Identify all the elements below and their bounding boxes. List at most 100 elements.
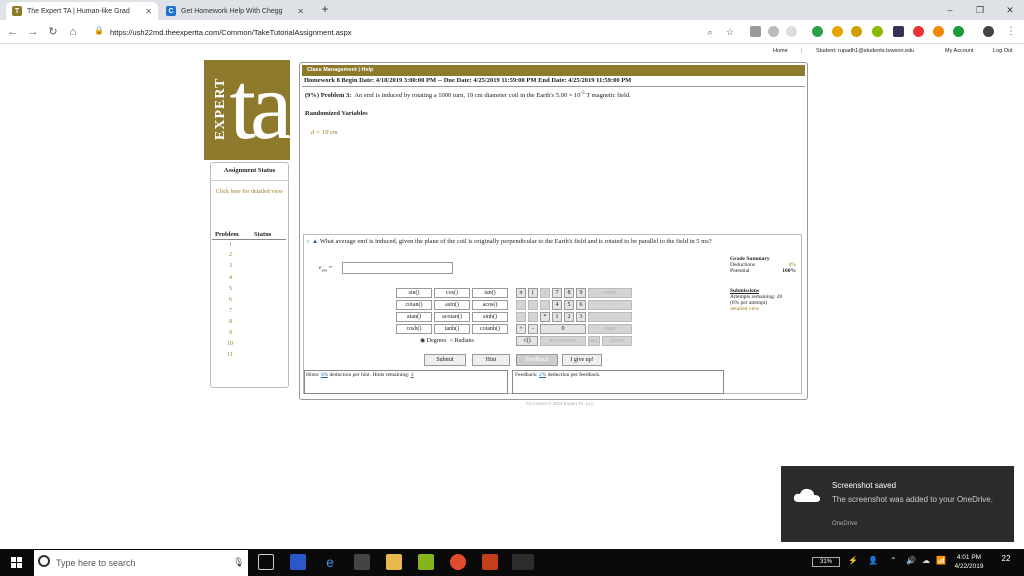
problem-link-4[interactable]: 4 — [229, 275, 232, 281]
clear-button[interactable]: CLEAR — [602, 336, 632, 346]
back-arrow-icon[interactable]: ← — [6, 25, 20, 39]
detailed-view-link[interactable]: Click here for detailed view — [214, 188, 285, 197]
digit-5-button[interactable]: 5 — [564, 300, 574, 310]
taskbar-app-icon[interactable] — [418, 554, 434, 570]
extension-icon[interactable] — [750, 26, 761, 37]
sinh-button[interactable]: sinh() — [472, 312, 508, 322]
bookmark-star-icon[interactable]: ☆ — [723, 25, 737, 39]
digit-8-button[interactable]: 8 — [564, 288, 574, 298]
digit-0-button[interactable]: 0 — [540, 324, 586, 334]
problem-link-2[interactable]: 2 — [229, 252, 232, 258]
close-window-button[interactable]: ✕ — [1000, 2, 1020, 18]
close-tab-icon[interactable]: ✕ — [297, 7, 304, 16]
minimize-button[interactable]: – — [940, 2, 960, 18]
word-icon[interactable] — [482, 554, 498, 570]
taskbar-clock[interactable]: 4:01 PM 4/22/2019 — [950, 553, 988, 571]
digit-6-button[interactable]: 6 — [576, 300, 586, 310]
home-link[interactable]: Home — [773, 48, 788, 54]
answer-input[interactable] — [342, 262, 453, 274]
submissions-detailed-view-link[interactable]: detailed view — [730, 306, 759, 312]
chrome-active-icon[interactable] — [512, 554, 534, 570]
problem-link-6[interactable]: 6 — [229, 297, 232, 303]
cotanh-button[interactable]: cotanh() — [472, 324, 508, 334]
digit-1-button[interactable]: 1 — [552, 312, 562, 322]
blank-key[interactable] — [540, 300, 550, 310]
extension-icon[interactable] — [893, 26, 904, 37]
onedrive-tray-icon[interactable]: ☁ — [922, 556, 930, 565]
problem-link-9[interactable]: 9 — [229, 330, 232, 336]
action-center-notifications-icon[interactable]: 22 — [998, 554, 1014, 570]
acos-button[interactable]: acos() — [472, 300, 508, 310]
submit-button[interactable]: Submit — [424, 354, 466, 366]
tab-expertta[interactable]: T The Expert TA | Human-like Grad ✕ — [6, 2, 158, 20]
blank-key[interactable] — [528, 300, 538, 310]
taskbar-app-icon[interactable] — [290, 554, 306, 570]
cos-button[interactable]: cos() — [434, 288, 470, 298]
extension-icon[interactable] — [768, 26, 779, 37]
close-paren-button[interactable]: ) — [540, 288, 550, 298]
backspace-button[interactable]: BACKSPACE — [540, 336, 586, 346]
problem-link-10[interactable]: 10 — [227, 341, 233, 347]
extension-icon[interactable] — [913, 26, 924, 37]
extension-icon[interactable] — [851, 26, 862, 37]
end-key-button[interactable]: END — [588, 324, 632, 334]
atan-button[interactable]: atan() — [396, 312, 432, 322]
extension-icon[interactable] — [872, 26, 883, 37]
problem-link-8[interactable]: 8 — [229, 319, 232, 325]
extension-icon[interactable] — [832, 26, 843, 37]
problem-link-11[interactable]: 11 — [227, 352, 233, 358]
problem-link-3[interactable]: 3 — [229, 263, 232, 269]
digit-4-button[interactable]: 4 — [552, 300, 562, 310]
menu-kebab-icon[interactable]: ⋮ — [1004, 25, 1018, 39]
home-key-button[interactable]: HOME — [588, 288, 632, 298]
extension-icon[interactable] — [953, 26, 964, 37]
tan-button[interactable]: tan() — [472, 288, 508, 298]
reload-icon[interactable]: ↻ — [46, 25, 60, 39]
problem-link-1[interactable]: 1 — [229, 242, 232, 248]
cotan-button[interactable]: cotan() — [396, 300, 432, 310]
minus-key-button[interactable]: - — [588, 300, 632, 310]
edge-icon[interactable]: e — [322, 554, 338, 570]
profile-avatar-icon[interactable] — [983, 26, 994, 37]
extension-icon[interactable] — [812, 26, 823, 37]
give-up-button[interactable]: I give up! — [562, 354, 602, 366]
digit-7-button[interactable]: 7 — [552, 288, 562, 298]
task-view-icon[interactable] — [258, 554, 274, 570]
problem-link-7[interactable]: 7 — [229, 308, 232, 314]
feedback-button[interactable]: Feedback — [516, 354, 558, 366]
digit-2-button[interactable]: 2 — [564, 312, 574, 322]
tab-chegg[interactable]: C Get Homework Help With Chegg ✕ — [160, 2, 310, 20]
forward-arrow-icon[interactable]: → — [26, 25, 40, 39]
digit-9-button[interactable]: 9 — [576, 288, 586, 298]
maximize-button[interactable]: ❐ — [970, 2, 990, 18]
chrome-icon[interactable] — [450, 554, 466, 570]
blank-key[interactable] — [516, 312, 526, 322]
degrees-radio[interactable]: ◉ — [420, 338, 425, 344]
radians-radio[interactable]: ○ — [449, 338, 453, 344]
class-management-menu[interactable]: Class Management | Help — [307, 67, 373, 73]
tanh-button[interactable]: tanh() — [434, 324, 470, 334]
hint-button[interactable]: Hint — [472, 354, 510, 366]
del-button[interactable]: DEL — [588, 336, 600, 346]
extension-icon[interactable] — [786, 26, 797, 37]
home-icon[interactable]: ⌂ — [66, 25, 80, 39]
volume-icon[interactable]: 🔊 — [906, 556, 916, 565]
digit-3-button[interactable]: 3 — [576, 312, 586, 322]
plus-button[interactable]: + — [516, 324, 526, 334]
cosh-button[interactable]: cosh() — [396, 324, 432, 334]
problem-link-5[interactable]: 5 — [229, 286, 232, 292]
chevron-up-icon[interactable]: ⌃ — [890, 556, 897, 565]
zoom-search-icon[interactable]: ⌕ — [703, 25, 717, 39]
new-tab-button[interactable]: + — [318, 3, 332, 16]
taskbar-app-icon[interactable] — [354, 554, 370, 570]
logout-link[interactable]: Log Out — [993, 48, 1013, 54]
minus-key-button[interactable]: - — [588, 312, 632, 322]
sqrt-button[interactable]: √() — [516, 336, 538, 346]
my-account-link[interactable]: My Account — [945, 48, 973, 54]
blank-key[interactable] — [516, 300, 526, 310]
wifi-icon[interactable]: 📶 — [936, 556, 946, 565]
battery-indicator[interactable]: 31% — [812, 557, 840, 567]
acotan-button[interactable]: acotan() — [434, 312, 470, 322]
multiply-button[interactable]: * — [540, 312, 550, 322]
extension-icon[interactable] — [933, 26, 944, 37]
